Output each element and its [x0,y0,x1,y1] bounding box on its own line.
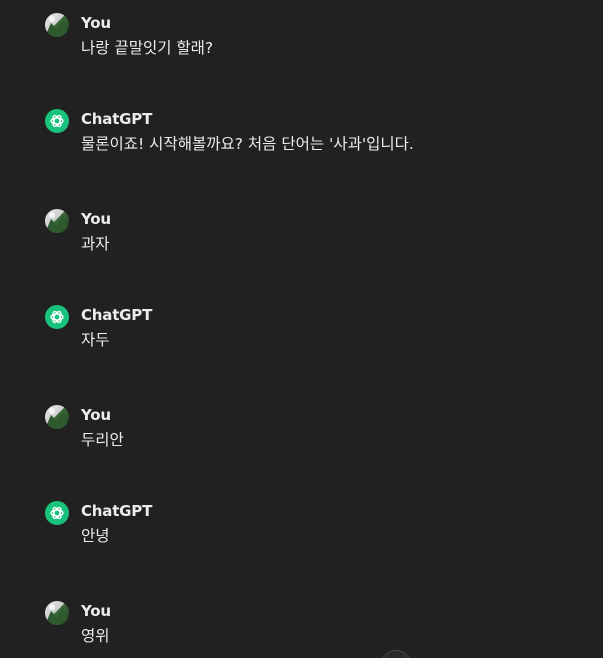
conversation-thread: You 나랑 끝말잇기 할래? ChatGPT 물론이죠! 시작해볼까요? 처음… [0,0,603,658]
message-author: ChatGPT [81,110,153,128]
message-user: You 과자 [45,209,585,269]
message-user: You 두리안 [45,405,585,465]
message-text: 과자 [81,235,110,253]
user-avatar-icon [45,405,69,429]
user-avatar-icon [45,601,69,625]
message-text: 자두 [81,331,110,349]
openai-logo-icon [45,305,69,329]
message-text: 안녕 [81,527,110,545]
message-assistant: ChatGPT 안녕 [45,501,585,561]
user-avatar-icon [45,209,69,233]
message-assistant: ChatGPT 물론이죠! 시작해볼까요? 처음 단어는 '사과'입니다. [45,109,585,169]
message-text: 물론이죠! 시작해볼까요? 처음 단어는 '사과'입니다. [81,135,414,153]
message-assistant: ChatGPT 자두 [45,305,585,365]
openai-logo-icon [45,109,69,133]
openai-logo-icon [45,501,69,525]
message-text: 두리안 [81,431,124,449]
message-user: You 영위 [45,601,585,658]
message-user: You 나랑 끝말잇기 할래? [45,13,585,73]
user-avatar-icon [45,13,69,37]
message-author: You [81,210,111,228]
message-text: 나랑 끝말잇기 할래? [81,39,214,57]
message-author: You [81,14,111,32]
message-author: You [81,406,111,424]
message-author: You [81,602,111,620]
message-author: ChatGPT [81,306,153,324]
message-text: 영위 [81,627,110,645]
message-author: ChatGPT [81,502,153,520]
